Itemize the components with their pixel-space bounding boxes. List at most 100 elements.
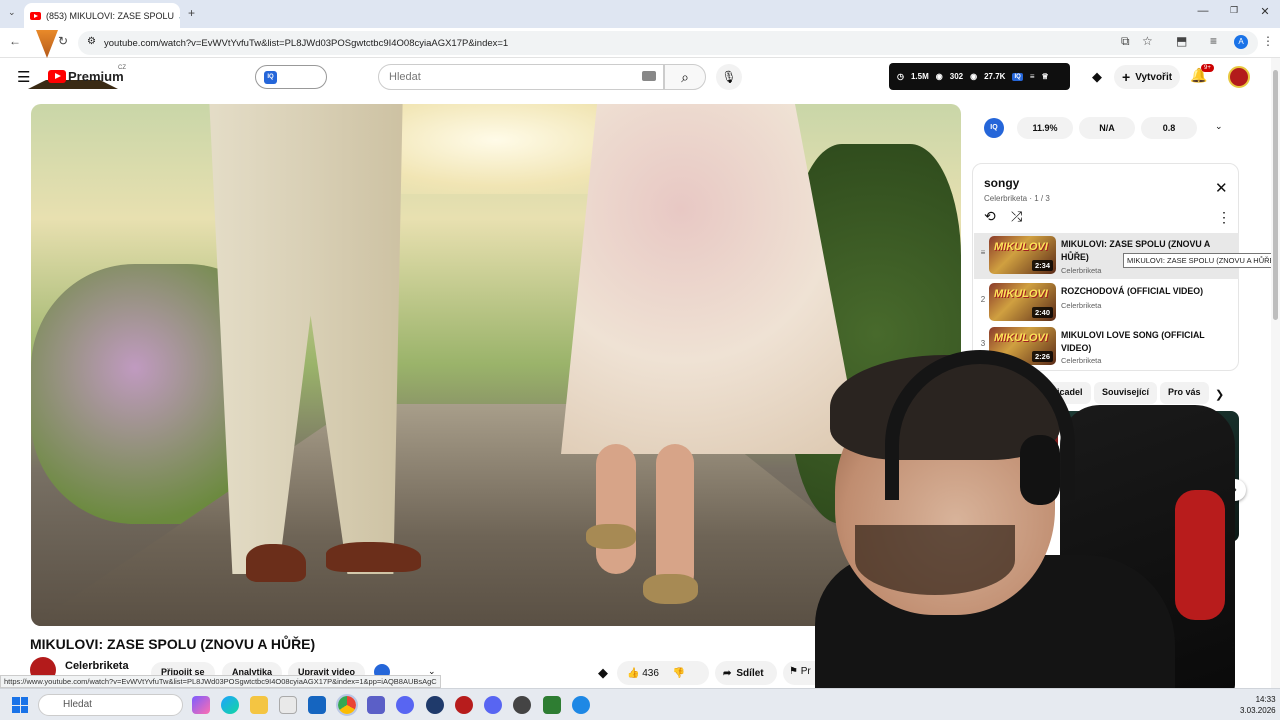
file-explorer-icon[interactable] (250, 696, 268, 714)
scrollbar-thumb[interactable] (1273, 70, 1278, 320)
browser-menu-icon[interactable]: ⋮ (1262, 34, 1274, 48)
premium-icon[interactable]: ◆ (1092, 69, 1102, 85)
app-icon[interactable] (572, 696, 590, 714)
video-woman-leg (596, 444, 636, 574)
thumbnail-text: MIKULOVI (994, 288, 1048, 300)
minimize-icon[interactable]: — (1193, 5, 1213, 17)
trophy-icon[interactable]: ♕ (1041, 72, 1048, 81)
playlist-subtitle: Celerbriketa · 1 / 3 (984, 194, 1050, 203)
share-label: Sdílet (736, 667, 764, 679)
youtube-logo-icon[interactable] (48, 70, 66, 83)
filter-icon[interactable]: ≡ (1030, 72, 1035, 81)
discord-icon[interactable] (396, 696, 414, 714)
extensions-icon[interactable]: ⬒ (1176, 34, 1187, 48)
edge-icon[interactable] (221, 696, 239, 714)
playlist-title[interactable]: songy (984, 176, 1019, 190)
store-icon[interactable] (279, 696, 297, 714)
logo-text[interactable]: Premium (68, 69, 124, 84)
channel-name[interactable]: Celerbriketa (65, 660, 129, 672)
back-icon[interactable]: ← (9, 34, 21, 48)
mascot-overlay-icon (36, 30, 58, 58)
playlist-item-title: ROZCHODOVÁ (OFFICIAL VIDEO) (1061, 286, 1204, 296)
discord-canary-icon[interactable] (484, 696, 502, 714)
close-icon[interactable]: ✕ (1215, 179, 1228, 197)
recorder-icon[interactable] (455, 696, 473, 714)
chrome-icon[interactable] (336, 694, 358, 716)
drag-handle-icon[interactable]: ≡ (979, 248, 987, 257)
video-woman-leg (656, 444, 694, 594)
watching-count: 302 (949, 72, 964, 81)
windows-start-icon[interactable] (12, 697, 28, 713)
extension-pill[interactable]: IQ (255, 65, 327, 89)
taskbar-search-input[interactable]: Hledat (38, 694, 183, 716)
gaming-chair-accent (1175, 490, 1225, 620)
plus-icon: + (1122, 69, 1131, 85)
search-icon: ⌕ (681, 69, 689, 85)
media-player-icon[interactable] (543, 696, 561, 714)
tooltip: MIKULOVI: ZASE SPOLU (ZNOVU A HŮŘE) (1123, 253, 1280, 268)
thumb-up-icon: 👍 (627, 667, 640, 679)
reload-icon[interactable]: ↻ (58, 34, 68, 48)
youtube-masthead: ☰ Premium CZ IQ Hledat ⌕ 🎙 ◷ 1.5M ◉ 302 ◉ 2… (0, 58, 1280, 100)
window-close-icon[interactable]: ✕ (1255, 5, 1275, 18)
more-options-icon[interactable]: ⋮ (1227, 640, 1239, 654)
shuffle-icon[interactable]: ⤮ (1011, 208, 1022, 225)
playlist-thumbnail: MIKULOVI 2:34 (989, 236, 1056, 274)
duration-badge: 2:40 (1031, 307, 1053, 318)
webcam-overlay (815, 350, 1235, 695)
views-count: 1.5M (910, 72, 929, 81)
search-input[interactable]: Hledat (378, 64, 664, 90)
share-button[interactable]: ➦ Sdílet (715, 661, 777, 685)
playlist-item-index: 2 (980, 295, 986, 304)
thumbnail-text: MIKULOVI (994, 332, 1048, 344)
playlist-item-index: 3 (980, 339, 986, 348)
like-button[interactable]: 👍 436 (627, 668, 659, 679)
tab-list-icon[interactable]: ⌄ (8, 7, 16, 18)
teams-icon[interactable] (367, 696, 385, 714)
audio-icon[interactable]: 🔊 (179, 11, 180, 20)
chevron-down-icon[interactable]: ⌄ (1215, 121, 1223, 132)
profile-avatar[interactable]: A (1234, 35, 1248, 49)
playlist-item[interactable]: 2 MIKULOVI 2:40 ROZCHODOVÁ (OFFICIAL VID… (974, 280, 1239, 326)
tab-title: (853) MIKULOVI: ZASE SPOLU (46, 10, 175, 21)
create-button[interactable]: + Vytvořit (1114, 65, 1180, 89)
media-controls-icon[interactable]: ≡ (1210, 34, 1217, 48)
create-label: Vytvořit (1135, 71, 1173, 83)
loop-icon[interactable]: ⟲ (984, 208, 996, 225)
search-button[interactable]: ⌕ (664, 64, 706, 90)
more-options-icon[interactable]: ⋮ (1217, 209, 1231, 226)
extension-value: N/A (1079, 117, 1135, 139)
flag-icon: ⚑ (789, 666, 798, 677)
streamer-beard (855, 525, 1015, 595)
likes-count: 27.7K (984, 72, 1006, 81)
restore-icon[interactable]: ❐ (1224, 5, 1244, 16)
browser-tab[interactable]: (853) MIKULOVI: ZASE SPOLU 🔊 ✕ (24, 3, 180, 28)
youtube-favicon-icon (30, 11, 41, 20)
iq-icon[interactable]: IQ (1012, 72, 1023, 81)
thumb-down-icon[interactable]: 👎 (673, 668, 685, 679)
thumbnail-text: MIKULOVI (994, 241, 1048, 253)
clock-time: 14:33 (1255, 695, 1276, 704)
user-avatar[interactable] (1228, 66, 1250, 88)
settings-icon[interactable] (513, 696, 531, 714)
taskbar-clock[interactable]: 14:33 3.03.2026 (1240, 694, 1276, 716)
voice-search-button[interactable]: 🎙 (716, 64, 742, 90)
install-icon[interactable]: ⧉ (1121, 34, 1130, 49)
video-title: MIKULOVI: ZASE SPOLU (ZNOVU A HŮŘE) (30, 636, 316, 652)
duration-badge: 2:34 (1031, 260, 1053, 271)
headset-earcup (1020, 435, 1060, 505)
site-settings-icon[interactable]: ⚙ (87, 36, 96, 47)
iq-extension-icon[interactable]: IQ (984, 118, 1004, 138)
new-tab-icon[interactable]: + (188, 6, 195, 20)
premium-icon[interactable]: ◆ (598, 665, 608, 681)
mail-icon[interactable] (308, 696, 326, 714)
browser-tab-bar: ⌄ (853) MIKULOVI: ZASE SPOLU 🔊 ✕ + — ❐ ✕ (0, 0, 1280, 28)
keyboard-icon[interactable] (642, 71, 656, 81)
hamburger-menu-icon[interactable]: ☰ (17, 68, 30, 86)
url-text: youtube.com/watch?v=EvWVtYvfuTw&list=PL8… (104, 37, 509, 49)
wordpad-icon[interactable] (426, 696, 444, 714)
extension-stats-row: IQ 11.9% N/A 0.8 ⌄ (973, 109, 1238, 147)
copilot-icon[interactable] (192, 696, 210, 714)
bookmark-star-icon[interactable]: ☆ (1142, 34, 1153, 48)
address-bar[interactable]: ⚙ youtube.com/watch?v=EvWVtYvfuTw&list=P… (78, 31, 1258, 55)
